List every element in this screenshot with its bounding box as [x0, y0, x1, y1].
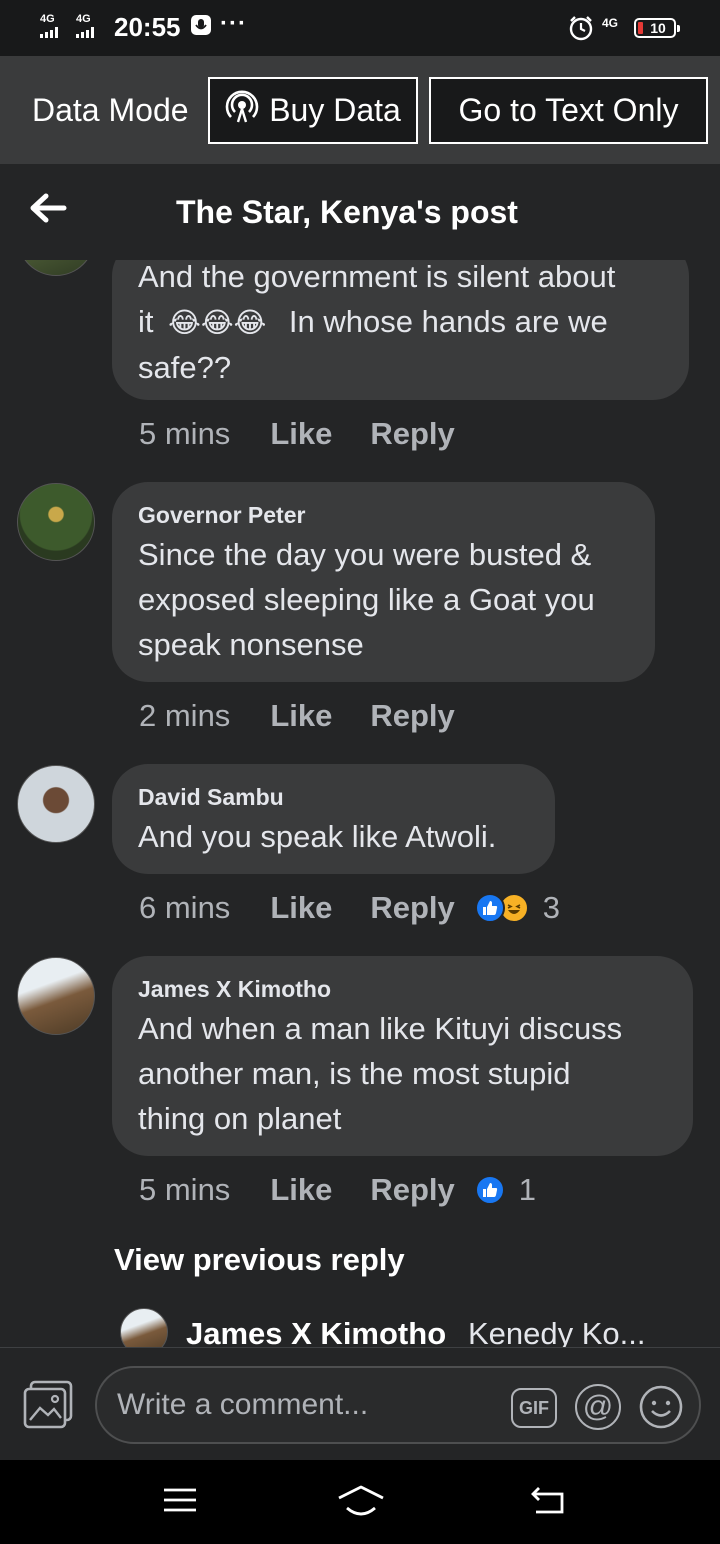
comment-input[interactable]: Write a comment... GIF @: [95, 1366, 701, 1444]
buy-data-button[interactable]: Buy Data: [208, 77, 418, 144]
avatar[interactable]: [17, 765, 95, 843]
battery-level: 10: [650, 20, 666, 36]
like-reaction-icon: [474, 893, 505, 923]
comment-text: And you speak like Atwoli.: [138, 819, 497, 854]
reaction-count: 1: [518, 1172, 537, 1207]
comments-feed[interactable]: And the government is silent about it 😂😂…: [0, 260, 720, 1347]
post-header: The Star, Kenya's post: [0, 164, 720, 260]
comment-bubble[interactable]: Governor Peter Since the day you were bu…: [112, 482, 655, 682]
avatar[interactable]: [17, 260, 95, 276]
voice-message-icon: [190, 14, 212, 43]
emoji-icon[interactable]: [638, 1384, 684, 1435]
laughing-emoji-icon: 😂: [168, 307, 201, 338]
view-previous-reply-link[interactable]: View previous reply: [114, 1242, 405, 1278]
comment-placeholder: Write a comment...: [117, 1388, 369, 1421]
reply-snippet: Kenedy Ko...: [468, 1316, 646, 1347]
comment-text: In whose hands are we: [288, 304, 608, 339]
comment-text: safe??: [138, 350, 232, 385]
comment-time: 5 mins: [139, 1172, 231, 1207]
comment-author[interactable]: James X Kimotho: [138, 976, 667, 1002]
reply-button[interactable]: Reply: [370, 890, 454, 926]
reply-button[interactable]: Reply: [370, 1172, 454, 1208]
laughing-emoji-icon: 😂: [200, 307, 234, 338]
signal-label: 4G: [76, 13, 91, 25]
avatar[interactable]: [17, 957, 95, 1035]
comment-text: exposed sleeping like a Goat you: [138, 582, 595, 617]
comment-time: 5 mins: [139, 416, 231, 451]
comment-actions: 5 mins Like Reply: [139, 416, 493, 452]
page-title: The Star, Kenya's post: [176, 194, 518, 230]
system-nav-bar: [0, 1460, 720, 1544]
reactions-summary[interactable]: 3: [474, 890, 561, 926]
broadcast-icon: [225, 90, 259, 132]
signal-label: 4G: [40, 13, 55, 25]
comment-text: And when a man like Kituyi discuss: [138, 1011, 623, 1046]
data-mode-label: Data Mode: [32, 92, 189, 128]
back-nav-icon[interactable]: [528, 1484, 568, 1525]
mention-button[interactable]: @: [575, 1384, 621, 1430]
signal-icon: 4G: [40, 14, 58, 38]
photo-icon[interactable]: [22, 1380, 74, 1435]
like-button[interactable]: Like: [270, 416, 332, 452]
home-icon[interactable]: [336, 1484, 386, 1525]
avatar[interactable]: [17, 483, 95, 561]
gif-button[interactable]: GIF: [511, 1388, 557, 1428]
comment-text: it: [138, 304, 154, 339]
comment-bubble[interactable]: James X Kimotho And when a man like Kitu…: [112, 956, 693, 1156]
comment-composer: Write a comment... GIF @: [0, 1347, 720, 1460]
like-reaction-icon: [474, 1175, 505, 1205]
comment-author[interactable]: Governor Peter: [138, 502, 629, 528]
go-to-text-only-button[interactable]: Go to Text Only: [429, 77, 708, 144]
comment-text: thing on planet: [138, 1101, 342, 1136]
back-arrow-icon[interactable]: [28, 190, 68, 231]
clock: 20:55: [114, 12, 181, 42]
comment-time: 6 mins: [139, 890, 231, 925]
reactions-summary[interactable]: 1: [474, 1172, 537, 1208]
network-type: 4G: [602, 16, 619, 30]
comment-bubble[interactable]: And the government is silent about it 😂😂…: [112, 260, 689, 400]
reply-author[interactable]: James X Kimotho: [186, 1316, 446, 1347]
alarm-icon: [568, 15, 594, 46]
reply-button[interactable]: Reply: [370, 416, 454, 452]
like-button[interactable]: Like: [270, 698, 332, 734]
comment-time: 2 mins: [139, 698, 231, 733]
like-button[interactable]: Like: [270, 1172, 332, 1208]
menu-icon[interactable]: [162, 1484, 198, 1521]
status-bar: 4G 4G 20:55 ··· 4G 10: [0, 0, 720, 56]
comment-text: Since the day you were busted &: [138, 537, 592, 572]
like-button[interactable]: Like: [270, 890, 332, 926]
laughing-emoji-icon: 😂: [233, 307, 267, 338]
reply-button[interactable]: Reply: [370, 698, 454, 734]
reaction-count: 3: [542, 890, 561, 925]
comment-author[interactable]: David Sambu: [138, 784, 529, 810]
avatar[interactable]: [120, 1308, 168, 1347]
comment-actions: 6 mins Like Reply 3: [139, 890, 560, 926]
more-notifications-icon: ···: [220, 10, 247, 37]
buy-data-label: Buy Data: [269, 92, 401, 128]
comment-text: another man, is the most stupid: [138, 1056, 571, 1091]
reply-preview[interactable]: James X Kimotho Kenedy Ko...: [120, 1308, 720, 1347]
comment-text-line: it 😂😂😂 In whose hands are we: [138, 299, 663, 345]
comment-actions: 5 mins Like Reply 1: [139, 1172, 536, 1208]
comment-bubble[interactable]: David Sambu And you speak like Atwoli.: [112, 764, 555, 874]
comment-text: And the government is silent about: [138, 260, 616, 294]
signal-icon: 4G: [76, 14, 94, 38]
data-mode-bar: Data Mode Buy Data Go to Text Only: [0, 56, 720, 164]
comment-actions: 2 mins Like Reply: [139, 698, 493, 734]
comment-text: speak nonsense: [138, 627, 364, 662]
battery-icon: 10: [634, 18, 680, 38]
text-only-label: Go to Text Only: [458, 92, 679, 128]
